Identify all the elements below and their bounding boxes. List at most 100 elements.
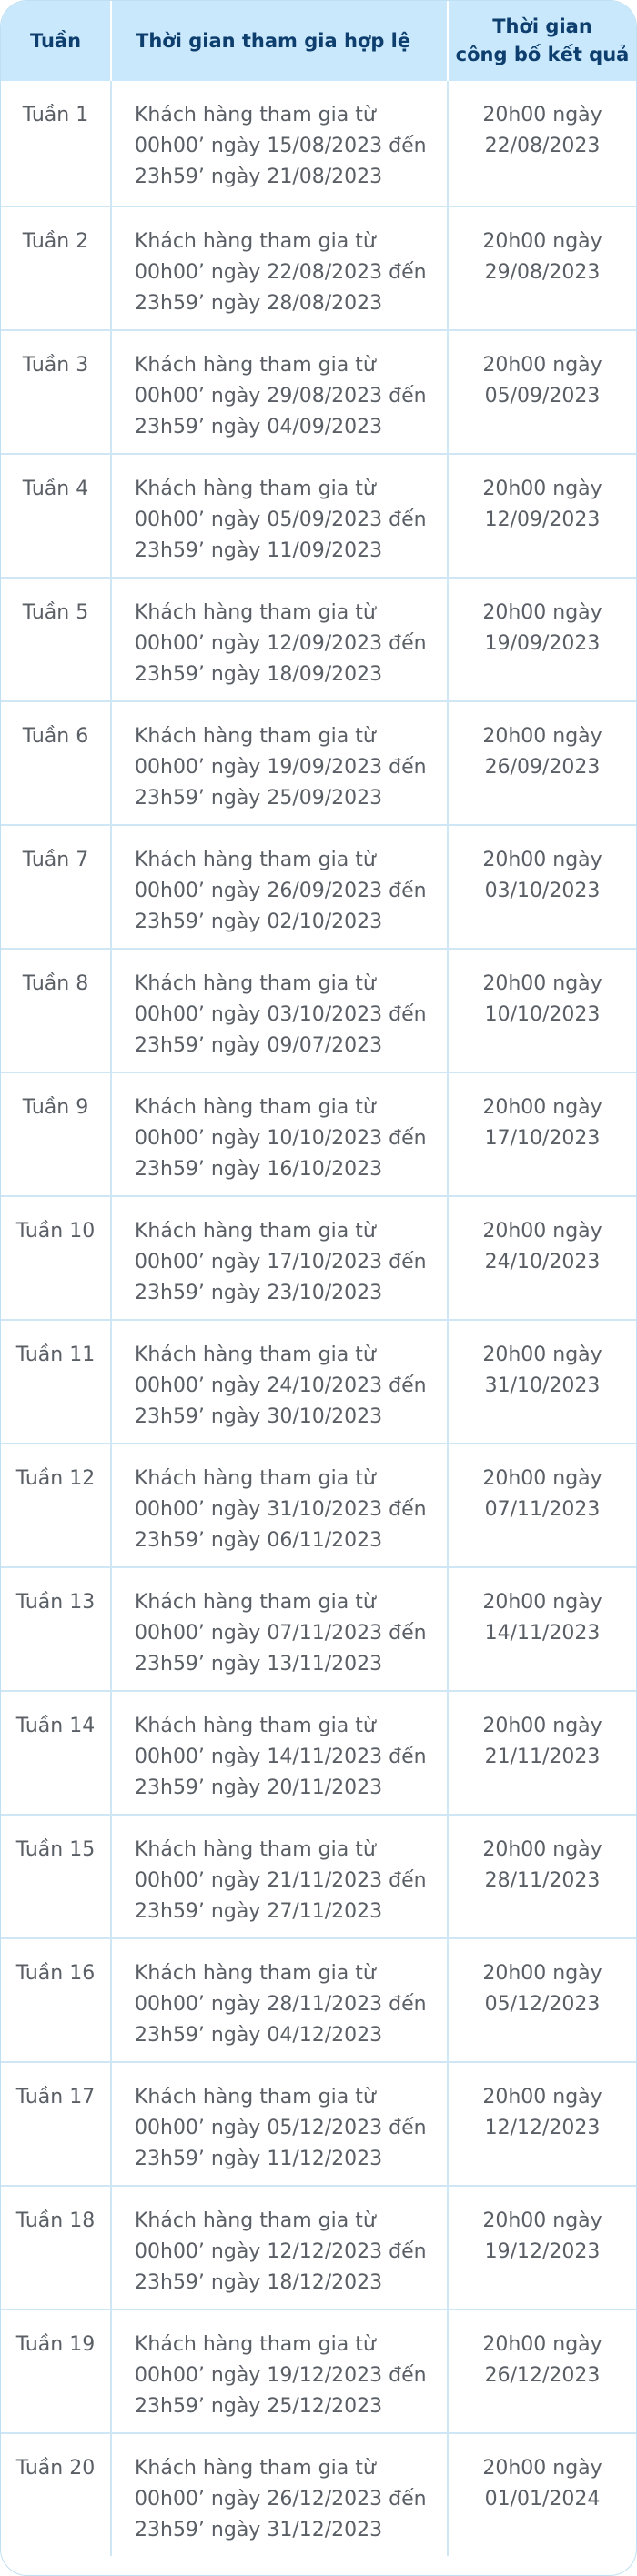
period-line-2: 00h00’ ngày 03/10/2023 đến (135, 1003, 427, 1026)
week-cell: Tuần 15 (1, 1816, 112, 1937)
announce-date: 26/12/2023 (484, 2364, 601, 2387)
week-label: Tuần 17 (15, 2086, 96, 2108)
week-cell: Tuần 11 (1, 1321, 112, 1443)
period-line-2: 00h00’ ngày 12/12/2023 đến (135, 2240, 427, 2263)
week-cell: Tuần 19 (1, 2310, 112, 2432)
week-label: Tuần 10 (15, 1220, 96, 1243)
period-line-1: Khách hàng tham gia từ (135, 2333, 376, 2356)
period-line-1: Khách hàng tham gia từ (135, 1343, 376, 1366)
announce-time: 20h00 ngày (482, 1467, 602, 1490)
period-line-1: Khách hàng tham gia từ (135, 1467, 376, 1490)
period-cell: Khách hàng tham gia từ 00h00’ ngày 29/08… (112, 331, 449, 453)
period-line-3: 23h59’ ngày 27/11/2023 (135, 1900, 383, 1923)
table-row: Tuần 15 Khách hàng tham gia từ 00h00’ ng… (1, 1814, 636, 1937)
table-row: Tuần 12 Khách hàng tham gia từ 00h00’ ng… (1, 1443, 636, 1566)
period-line-1: Khách hàng tham gia từ (135, 2209, 376, 2232)
period-cell: Khách hàng tham gia từ 00h00’ ngày 19/12… (112, 2310, 449, 2432)
week-label: Tuần 18 (15, 2209, 96, 2232)
announce-cell: 20h00 ngày 26/09/2023 (449, 702, 636, 824)
week-label: Tuần 16 (15, 1962, 96, 1985)
week-label: Tuần 12 (15, 1467, 96, 1490)
announce-time: 20h00 ngày (482, 478, 602, 500)
period-cell: Khách hàng tham gia từ 00h00’ ngày 15/08… (112, 81, 449, 206)
table-row: Tuần 9 Khách hàng tham gia từ 00h00’ ngà… (1, 1072, 636, 1195)
announce-date: 05/12/2023 (484, 1993, 601, 2016)
week-label: Tuần 19 (15, 2333, 96, 2356)
period-line-3: 23h59’ ngày 06/11/2023 (135, 1529, 383, 1552)
announce-time: 20h00 ngày (482, 2457, 602, 2480)
header-period: Thời gian tham gia hợp lệ (112, 1, 449, 81)
announce-cell: 20h00 ngày 21/11/2023 (449, 1692, 636, 1814)
period-cell: Khách hàng tham gia từ 00h00’ ngày 14/11… (112, 1692, 449, 1814)
announce-cell: 20h00 ngày 12/12/2023 (449, 2063, 636, 2185)
announce-date: 19/12/2023 (484, 2240, 601, 2263)
period-line-2: 00h00’ ngày 31/10/2023 đến (135, 1498, 427, 1521)
announce-cell: 20h00 ngày 03/10/2023 (449, 826, 636, 948)
period-cell: Khách hàng tham gia từ 00h00’ ngày 31/10… (112, 1444, 449, 1566)
period-cell: Khách hàng tham gia từ 00h00’ ngày 24/10… (112, 1321, 449, 1443)
announce-cell: 20h00 ngày 14/11/2023 (449, 1568, 636, 1690)
week-cell: Tuần 1 (1, 81, 112, 206)
period-line-2: 00h00’ ngày 17/10/2023 đến (135, 1251, 427, 1273)
table-row: Tuần 19 Khách hàng tham gia từ 00h00’ ng… (1, 2309, 636, 2432)
table-row: Tuần 16 Khách hàng tham gia từ 00h00’ ng… (1, 1937, 636, 2061)
week-label: Tuần 14 (15, 1715, 96, 1737)
period-line-2: 00h00’ ngày 05/09/2023 đến (135, 508, 427, 531)
table-row: Tuần 17 Khách hàng tham gia từ 00h00’ ng… (1, 2061, 636, 2185)
period-cell: Khách hàng tham gia từ 00h00’ ngày 10/10… (112, 1073, 449, 1195)
period-line-2: 00h00’ ngày 10/10/2023 đến (135, 1127, 427, 1150)
announce-time: 20h00 ngày (482, 354, 602, 377)
week-cell: Tuần 7 (1, 826, 112, 948)
period-line-1: Khách hàng tham gia từ (135, 478, 376, 500)
period-line-3: 23h59’ ngày 13/11/2023 (135, 1653, 383, 1675)
week-label: Tuần 9 (22, 1096, 89, 1119)
week-label: Tuần 8 (22, 972, 89, 995)
header-week-label: Tuần (29, 29, 82, 52)
period-line-3: 23h59’ ngày 04/09/2023 (135, 416, 383, 438)
period-line-1: Khách hàng tham gia từ (135, 1220, 376, 1243)
announce-date: 19/09/2023 (484, 632, 601, 655)
announce-date: 03/10/2023 (484, 880, 601, 902)
period-cell: Khách hàng tham gia từ 00h00’ ngày 21/11… (112, 1816, 449, 1937)
period-line-2: 00h00’ ngày 21/11/2023 đến (135, 1869, 427, 1892)
period-line-3: 23h59’ ngày 11/12/2023 (135, 2148, 383, 2170)
table-row: Tuần 10 Khách hàng tham gia từ 00h00’ ng… (1, 1195, 636, 1319)
announce-cell: 20h00 ngày 12/09/2023 (449, 455, 636, 577)
period-line-2: 00h00’ ngày 15/08/2023 đến (135, 135, 427, 157)
period-line-2: 00h00’ ngày 12/09/2023 đến (135, 632, 427, 655)
period-line-3: 23h59’ ngày 11/09/2023 (135, 539, 383, 562)
announce-cell: 20h00 ngày 28/11/2023 (449, 1816, 636, 1937)
announce-time: 20h00 ngày (482, 2209, 602, 2232)
week-cell: Tuần 6 (1, 702, 112, 824)
table-header: Tuần Thời gian tham gia hợp lệ Thời gian… (1, 1, 636, 81)
announce-cell: 20h00 ngày 05/12/2023 (449, 1939, 636, 2061)
announce-cell: 20h00 ngày 07/11/2023 (449, 1444, 636, 1566)
announce-cell: 20h00 ngày 24/10/2023 (449, 1197, 636, 1319)
table-row: Tuần 3 Khách hàng tham gia từ 00h00’ ngà… (1, 329, 636, 453)
announce-time: 20h00 ngày (482, 1096, 602, 1119)
period-cell: Khách hàng tham gia từ 00h00’ ngày 05/09… (112, 455, 449, 577)
period-line-1: Khách hàng tham gia từ (135, 2086, 376, 2108)
period-cell: Khách hàng tham gia từ 00h00’ ngày 07/11… (112, 1568, 449, 1690)
header-announce-line2: công bố kết quả (455, 44, 630, 65)
table-row: Tuần 20 Khách hàng tham gia từ 00h00’ ng… (1, 2432, 636, 2556)
announce-date: 14/11/2023 (484, 1622, 601, 1645)
announce-time: 20h00 ngày (482, 601, 602, 624)
table-row: Tuần 13 Khách hàng tham gia từ 00h00’ ng… (1, 1566, 636, 1690)
period-line-1: Khách hàng tham gia từ (135, 230, 376, 253)
week-label: Tuần 15 (15, 1838, 96, 1861)
header-week: Tuần (1, 1, 112, 81)
announce-date: 12/12/2023 (484, 2117, 601, 2139)
announce-time: 20h00 ngày (482, 1838, 602, 1861)
announce-cell: 20h00 ngày 01/01/2024 (449, 2434, 636, 2556)
announce-date: 12/09/2023 (484, 508, 601, 531)
week-cell: Tuần 17 (1, 2063, 112, 2185)
period-line-3: 23h59’ ngày 20/11/2023 (135, 1776, 383, 1799)
period-line-2: 00h00’ ngày 24/10/2023 đến (135, 1374, 427, 1397)
period-line-1: Khách hàng tham gia từ (135, 1715, 376, 1737)
week-label: Tuần 5 (22, 601, 89, 624)
announce-time: 20h00 ngày (482, 849, 602, 871)
week-cell: Tuần 14 (1, 1692, 112, 1814)
announce-date: 07/11/2023 (484, 1498, 601, 1521)
period-cell: Khách hàng tham gia từ 00h00’ ngày 12/12… (112, 2187, 449, 2309)
